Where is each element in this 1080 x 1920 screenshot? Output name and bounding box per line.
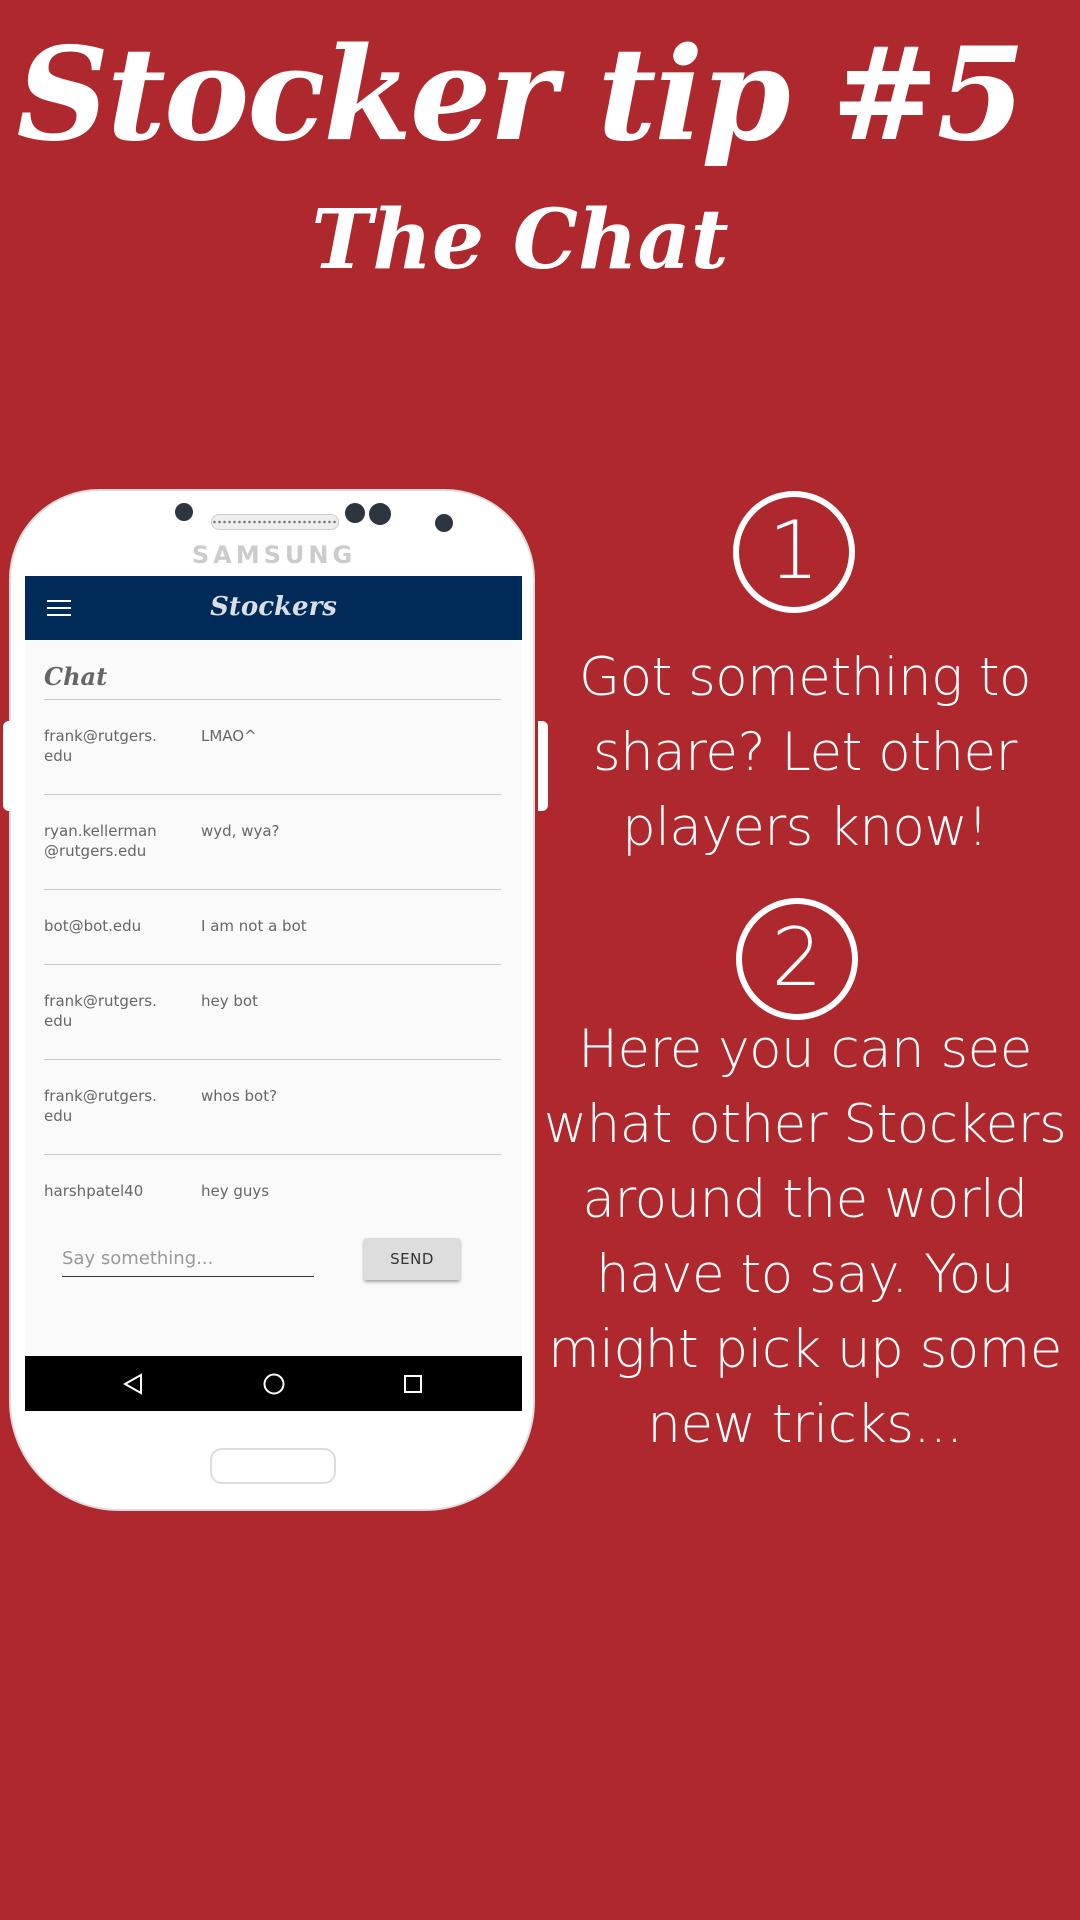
step-number-2: 2 (736, 898, 858, 1020)
message-text: wyd, wya? (201, 822, 280, 840)
send-button[interactable]: SEND (364, 1238, 460, 1280)
message-user: frank@rutgers.edu (44, 727, 157, 765)
phone-camera (345, 503, 365, 523)
recents-icon[interactable] (403, 1374, 423, 1394)
home-icon[interactable] (262, 1372, 286, 1396)
phone-side-button-left (3, 721, 11, 811)
message-text: hey bot (201, 992, 258, 1010)
phone-mockup: SAMSUNG Stockers Chat frank@rutgers.edu … (3, 489, 548, 1511)
message-text: I am not a bot (201, 917, 307, 935)
app-bar: Stockers (25, 576, 522, 640)
page-subtitle: The Chat (311, 192, 729, 288)
message-user: harshpatel40 (44, 1182, 144, 1200)
phone-speaker (211, 514, 339, 530)
message-user: frank@rutgers.edu (44, 992, 157, 1030)
step-text-1: Got something to share? Let other player… (579, 647, 1031, 858)
phone-camera (369, 503, 391, 525)
message-list: frank@rutgers.edu LMAO^ ryan.kellerman@r… (44, 699, 501, 1229)
android-nav-bar (25, 1356, 522, 1411)
page-title: Stocker tip #5 (16, 20, 1025, 170)
step-number-1: 1 (733, 491, 855, 613)
chat-heading: Chat (44, 662, 108, 691)
message-user: bot@bot.edu (44, 917, 142, 935)
message-user: frank@rutgers.edu (44, 1087, 157, 1125)
message-row: ryan.kellerman@rutgers.edu wyd, wya? (44, 794, 501, 889)
message-text: LMAO^ (201, 727, 257, 745)
message-row: frank@rutgers.edu LMAO^ (44, 699, 501, 794)
message-input[interactable]: Say something... (62, 1248, 314, 1277)
phone-home-button (210, 1448, 336, 1484)
message-row: bot@bot.edu I am not a bot (44, 889, 501, 964)
message-user: ryan.kellerman@rutgers.edu (44, 822, 157, 860)
phone-brand: SAMSUNG (191, 541, 357, 569)
message-row: frank@rutgers.edu whos bot? (44, 1059, 501, 1154)
phone-sensor (175, 503, 193, 521)
back-icon[interactable] (122, 1373, 144, 1395)
message-text: whos bot? (201, 1087, 278, 1105)
message-row: harshpatel40 hey guys (44, 1154, 501, 1229)
phone-sensor (435, 514, 453, 532)
phone-screen: Stockers Chat frank@rutgers.edu LMAO^ ry… (25, 576, 522, 1411)
step-text-2: Here you can see what other Stockers aro… (543, 1019, 1067, 1455)
message-text: hey guys (201, 1182, 270, 1200)
message-row: frank@rutgers.edu hey bot (44, 964, 501, 1059)
app-title: Stockers (210, 592, 337, 622)
